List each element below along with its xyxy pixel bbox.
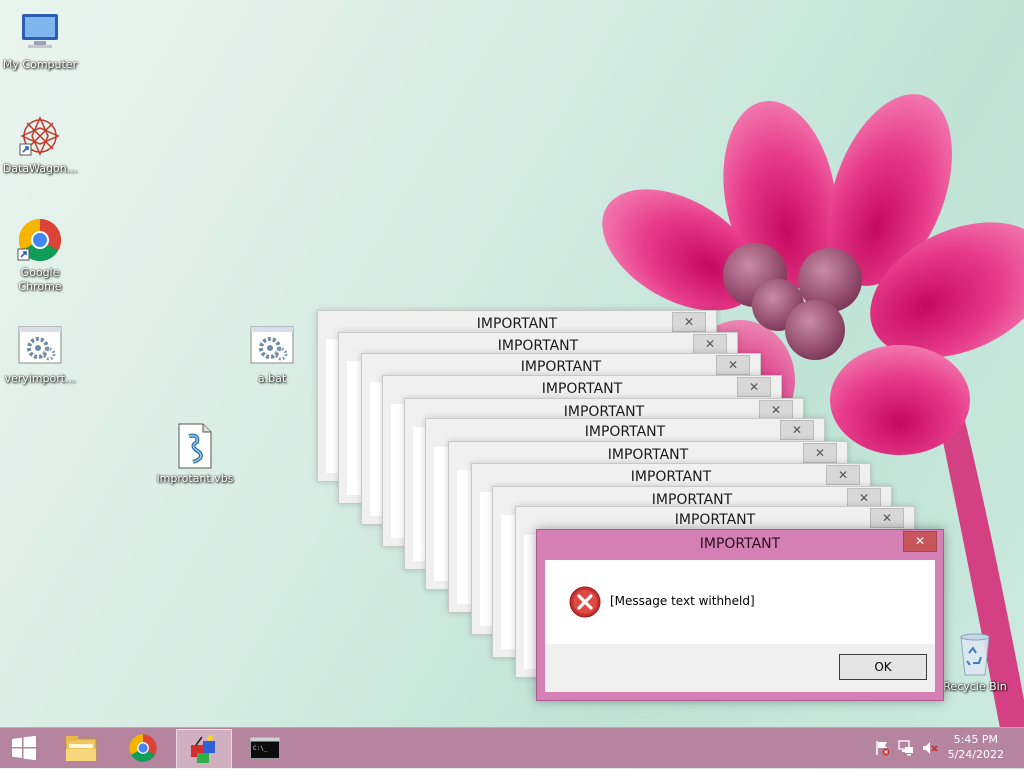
desktop-icon-datawagon[interactable]: DataWagon... [0,112,80,176]
script-host-icon [191,735,215,763]
desktop-icon-label: Google Chrome [18,266,62,293]
desktop-icon-veryimportant[interactable]: veryimport... [0,322,80,386]
desktop-icon-label: Recycle Bin [943,680,1007,693]
taskbar-file-explorer[interactable] [54,729,108,767]
desktop-icon-improtant-vbs[interactable]: improtant.vbs [155,422,235,486]
batch-file-icon [248,322,296,370]
dialog-button-bar: OK [545,644,935,692]
desktop-icon-label: a.bat [257,372,287,385]
taskbar-clock[interactable]: 5:45 PM 5/24/2022 [948,732,1004,762]
chrome-icon [129,734,157,762]
close-button[interactable]: ✕ [903,531,937,552]
recycle-bin-icon [951,630,999,678]
desktop-icon-a-bat[interactable]: a.bat [232,322,312,386]
desktop-icon-google-chrome[interactable]: Google Chrome [0,216,80,294]
dialog-client-area: [Message text withheld] OK [545,560,935,692]
desktop-icon-label: My Computer [2,58,78,71]
close-button[interactable]: ✕ [847,488,881,508]
dialog-title: IMPORTANT [699,536,781,552]
desktop-icon-label: DataWagon... [2,162,78,175]
start-button[interactable] [0,729,48,767]
close-button[interactable]: ✕ [759,400,793,420]
taskbar-script-host[interactable] [176,729,232,769]
network-icon[interactable] [898,740,914,756]
clock-time: 5:45 PM [953,733,998,746]
dialog-message: [Message text withheld] [610,594,755,608]
action-center-flag-icon[interactable] [874,740,890,756]
script-file-icon [171,422,219,470]
datawagon-icon [16,112,64,160]
volume-muted-icon[interactable] [922,740,938,756]
taskbar-chrome[interactable] [116,729,170,767]
close-button[interactable]: ✕ [672,312,706,332]
desktop-icon-recycle-bin[interactable]: Recycle Bin [935,630,1015,694]
desktop-icon-my-computer[interactable]: My Computer [0,8,80,72]
taskbar: C:\_ 5:45 PM 5/24/2022 [0,727,1024,769]
close-button[interactable]: ✕ [780,420,814,440]
close-button[interactable]: ✕ [737,377,771,397]
file-explorer-icon [65,736,97,762]
close-button[interactable]: ✕ [826,465,860,485]
desktop-icon-label: improtant.vbs [156,472,234,485]
chrome-icon [16,216,64,264]
close-button[interactable]: ✕ [693,334,727,354]
important-dialog-active[interactable]: IMPORTANT ✕ [Message text withheld] OK [536,529,944,701]
start-icon [12,735,36,761]
ok-button[interactable]: OK [839,654,927,680]
close-button[interactable]: ✕ [870,508,904,528]
batch-file-icon [16,322,64,370]
close-button[interactable]: ✕ [716,355,750,375]
command-prompt-icon: C:\_ [250,737,280,759]
desktop-icon-label: veryimport... [4,372,76,385]
error-icon [569,586,601,618]
taskbar-command-prompt[interactable]: C:\_ [238,729,292,767]
svg-text:C:\_: C:\_ [253,745,268,752]
close-button[interactable]: ✕ [803,443,837,463]
computer-icon [16,8,64,56]
clock-date: 5/24/2022 [947,748,1004,761]
